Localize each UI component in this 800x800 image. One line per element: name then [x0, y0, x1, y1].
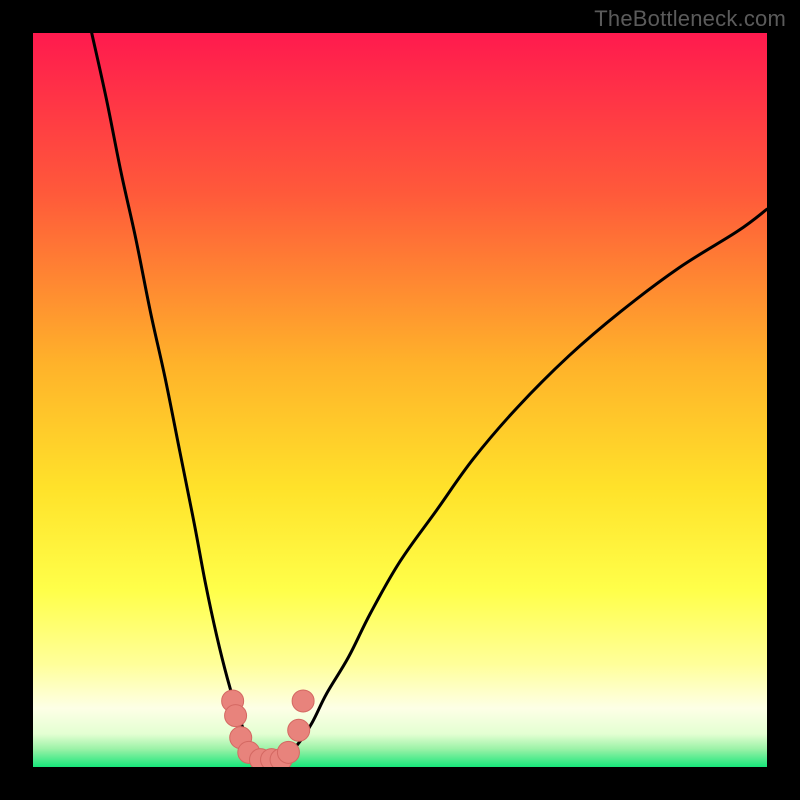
- bottleneck-path: [92, 33, 767, 764]
- plot-area: [33, 33, 767, 767]
- data-marker: [292, 690, 314, 712]
- data-marker: [277, 741, 299, 763]
- data-marker: [225, 705, 247, 727]
- data-marker: [288, 719, 310, 741]
- outer-frame: TheBottleneck.com: [0, 0, 800, 800]
- watermark-text: TheBottleneck.com: [594, 6, 786, 32]
- bottleneck-curve: [33, 33, 767, 767]
